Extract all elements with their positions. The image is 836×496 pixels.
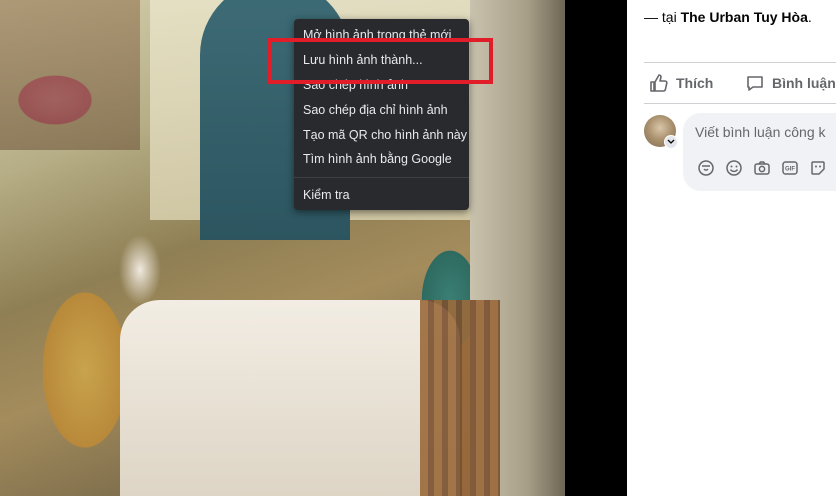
sticker-icon[interactable] [809,159,827,177]
post-location: — tại The Urban Tuy Hòa. [644,9,812,25]
gif-icon[interactable]: GIF [781,159,799,177]
like-button[interactable]: Thích [649,72,713,94]
camera-icon[interactable] [753,159,771,177]
divider [644,103,836,104]
highlight-box [268,38,493,84]
comment-composer: GIF [683,113,836,191]
thumbs-up-icon [650,74,668,92]
comment-icon [747,76,763,91]
location-prefix: — tại [644,9,681,25]
post-side-panel: — tại The Urban Tuy Hòa. Thích Bình luận [627,0,836,496]
menu-item-search-google[interactable]: Tìm hình ảnh bằng Google [303,152,452,166]
emoji-icon[interactable] [725,159,743,177]
chevron-down-icon[interactable] [664,135,678,149]
svg-text:GIF: GIF [785,167,795,173]
comment-input[interactable] [695,124,836,140]
avatar-sticker-icon[interactable] [697,159,715,177]
menu-item-inspect[interactable]: Kiểm tra [303,188,350,202]
photo-shelf [0,0,140,150]
comment-label: Bình luận [772,75,836,91]
comment-button[interactable]: Bình luận [745,72,836,94]
menu-item-copy-image-address[interactable]: Sao chép địa chỉ hình ảnh [303,103,448,117]
divider [644,62,836,63]
photo-table [120,300,460,496]
viewer-gap [565,0,627,496]
menu-item-create-qr-code[interactable]: Tạo mã QR cho hình ảnh này [303,128,467,142]
location-suffix: . [807,9,812,25]
like-label: Thích [676,75,714,91]
location-name[interactable]: The Urban Tuy Hòa [681,9,808,25]
photo-chair [420,300,500,496]
menu-separator [294,177,469,178]
